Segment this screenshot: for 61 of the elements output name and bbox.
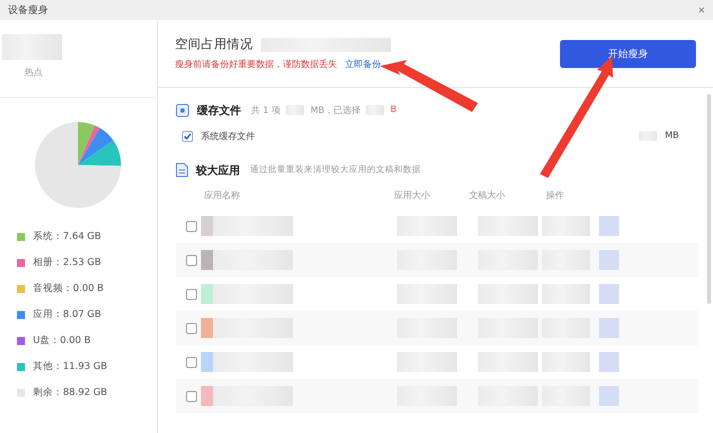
redacted-block (397, 352, 457, 372)
redacted-block (599, 386, 619, 406)
redacted-block (599, 284, 619, 304)
legend-label: 其他：11.93 GB (33, 360, 108, 373)
cache-icon (176, 104, 189, 116)
legend-label: U盘：0.00 B (33, 334, 91, 347)
redacted-block (478, 284, 538, 304)
checkbox[interactable] (186, 254, 197, 266)
column-header: 应用名称 (204, 190, 240, 202)
app-icon (201, 318, 213, 338)
section-description: 通过批量重装来清理较大应用的文稿和数据 (250, 164, 421, 176)
selected-size: B (390, 105, 397, 115)
size-summary: MB，已选择 (310, 104, 360, 116)
section-title: 空间占用情况 (175, 36, 253, 53)
redacted-block (478, 352, 538, 372)
item-count: 共 1 项 (251, 104, 280, 116)
close-button[interactable]: × (698, 4, 705, 16)
redacted-block (599, 250, 619, 270)
redacted-block (599, 318, 619, 338)
document-icon (176, 163, 188, 177)
checkbox[interactable] (186, 288, 197, 300)
legend-label: 音视频：0.00 B (33, 282, 104, 295)
redacted-block (599, 216, 619, 236)
device-label: 热点 (24, 66, 42, 79)
redacted-block (639, 131, 658, 141)
warning-text: 瘦身前请备份好重要数据，谨防数据丢失 (175, 58, 337, 71)
app-icon (201, 216, 213, 236)
legend-label: 应用：8.07 GB (33, 308, 102, 321)
redacted-block (542, 352, 590, 372)
cache-item-label: 系统缓存文件 (201, 130, 255, 142)
redacted-block (286, 105, 304, 115)
checkbox[interactable] (186, 356, 197, 368)
redacted-block (599, 352, 619, 372)
redacted-block (2, 34, 62, 60)
section-title: 较大应用 (196, 162, 240, 178)
window-title: 设备瘦身 (8, 4, 48, 17)
app-icon (201, 250, 213, 270)
column-header: 应用大小 (394, 190, 430, 202)
redacted-block (397, 216, 457, 236)
legend-label: 相册：2.53 GB (33, 256, 102, 269)
backup-link[interactable]: 立即备份 (345, 58, 381, 71)
start-button[interactable]: 开始瘦身 (560, 40, 696, 68)
checkbox[interactable] (186, 220, 197, 232)
app-icon (201, 352, 213, 372)
checkbox[interactable] (182, 130, 193, 142)
scrollbar[interactable] (707, 94, 711, 304)
section-title: 缓存文件 (197, 102, 241, 118)
checkbox[interactable] (186, 390, 197, 402)
legend-label: 剩余：88.92 GB (33, 386, 108, 399)
cache-item-size: MB (665, 131, 679, 141)
redacted-block (542, 284, 590, 304)
column-header: 文稿大小 (469, 190, 505, 202)
column-header: 操作 (546, 190, 564, 202)
redacted-block (397, 284, 457, 304)
redacted-block (542, 216, 590, 236)
app-icon (201, 284, 213, 304)
checkbox[interactable] (186, 322, 197, 334)
redacted-block (366, 105, 384, 115)
app-icon (201, 386, 213, 406)
redacted-block (478, 216, 538, 236)
legend-label: 系统：7.64 GB (33, 230, 102, 243)
